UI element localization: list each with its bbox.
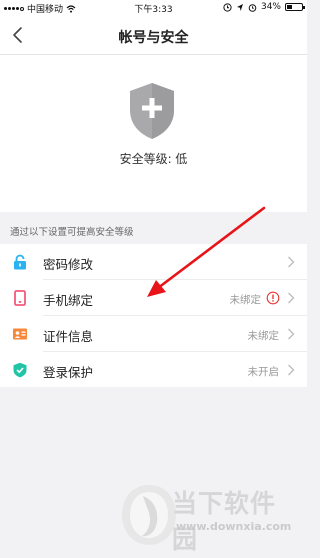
- watermark: 当下软件园 www.downxia.com: [118, 482, 300, 554]
- downxia-logo: [122, 485, 176, 545]
- security-level-text: 安全等级: 低: [119, 152, 188, 166]
- warning-icon: [266, 291, 280, 305]
- chevron-right-icon: [288, 256, 295, 268]
- nav-bar: 帐号与安全: [0, 16, 307, 55]
- chevron-right-icon: [288, 292, 295, 304]
- menu-item-login-protection[interactable]: 登录保护 未开启: [0, 352, 307, 388]
- menu-item-label: 密码修改: [43, 257, 94, 272]
- battery-percent: 34%: [260, 2, 281, 12]
- menu-item-phone-binding[interactable]: 手机绑定 未绑定: [0, 280, 307, 316]
- shield-plus-icon: [130, 83, 174, 139]
- watermark-url: www.downxia.com: [176, 520, 292, 533]
- battery-level: [287, 5, 292, 9]
- menu-item-id-info[interactable]: 证件信息 未绑定: [0, 316, 307, 352]
- menu-item-label: 登录保护: [43, 365, 94, 380]
- lock-icon: [14, 254, 26, 270]
- location-icon: [236, 3, 243, 11]
- chevron-right-icon: [288, 328, 295, 340]
- menu-item-password[interactable]: 密码修改: [0, 244, 307, 280]
- section-hint: 通过以下设置可提高安全等级: [10, 227, 134, 238]
- battery-icon: [285, 3, 305, 11]
- menu-item-label: 证件信息: [43, 329, 94, 344]
- menu-item-label: 手机绑定: [43, 293, 94, 308]
- menu-item-status: 未绑定: [229, 294, 262, 306]
- page-title: 帐号与安全: [118, 30, 189, 46]
- phone-icon: [14, 290, 26, 306]
- id-card-icon: [13, 328, 27, 340]
- security-panel: 安全等级: 低: [0, 55, 307, 212]
- status-bar-right: 34%: [223, 2, 305, 12]
- screen-lock-icon: [223, 2, 232, 12]
- chevron-right-icon: [288, 364, 295, 376]
- shield-check-icon: [13, 362, 27, 378]
- security-menu: 密码修改 手机绑定 未绑定 证件信息 未绑定 登录保护 未开启: [0, 244, 307, 387]
- alarm-icon: [248, 3, 257, 12]
- menu-item-status: 未开启: [247, 366, 280, 378]
- menu-item-status: 未绑定: [247, 330, 280, 342]
- status-bar: 中国移动 下午3:33 34%: [0, 0, 307, 16]
